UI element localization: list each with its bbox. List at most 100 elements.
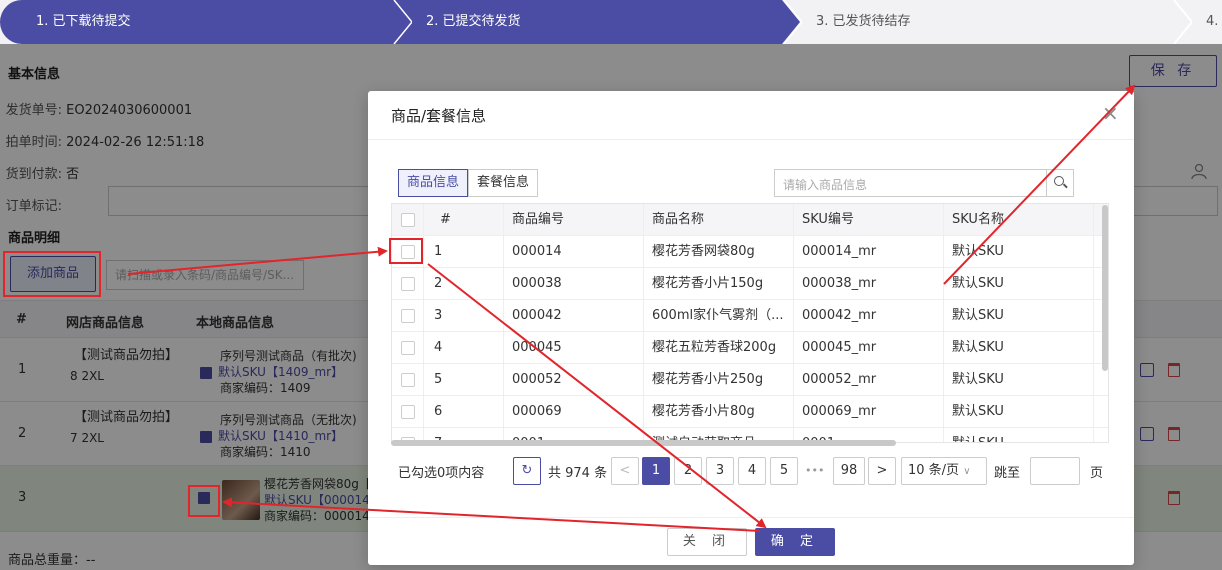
goods-list-table: # 商品编号 商品名称 SKU编号 SKU名称 1 000014 樱花芳香网袋80g… xyxy=(391,203,1109,443)
page-button[interactable]: 2 xyxy=(674,457,702,485)
table-cell: 6 xyxy=(424,396,504,428)
header-cell: SKU名称 xyxy=(944,204,1094,236)
row-checkbox[interactable] xyxy=(401,341,415,355)
header-cell: # xyxy=(424,204,504,236)
table-row[interactable]: 2 000038 樱花芳香小片150g 000038_mr 默认SKU xyxy=(392,268,1108,300)
step-chevron-icon xyxy=(392,0,412,44)
close-button[interactable]: 关 闭 xyxy=(667,528,747,556)
total-count: 共 974 条 xyxy=(548,466,608,481)
last-page-button[interactable]: 98 xyxy=(833,457,865,485)
page-button[interactable]: 3 xyxy=(706,457,734,485)
refresh-icon[interactable]: ↻ xyxy=(513,457,541,485)
page-button[interactable]: 4 xyxy=(738,457,766,485)
tab-goods-info[interactable]: 商品信息 xyxy=(398,169,469,197)
goods-select-modal: 商品/套餐信息 × 商品信息 套餐信息 请输入商品信息 # 商品编号 商品名称 … xyxy=(368,91,1134,565)
step-2[interactable]: 2. 已提交待发货 xyxy=(392,0,782,44)
prev-page-button[interactable]: < xyxy=(611,457,639,485)
table-cell: 000038 xyxy=(504,268,644,300)
table-cell: 樱花芳香小片250g xyxy=(644,364,794,396)
row-select-cell[interactable] xyxy=(392,300,424,332)
select-all-checkbox[interactable] xyxy=(401,213,415,227)
table-cell: 000052_mr xyxy=(794,364,944,396)
row-select-cell[interactable] xyxy=(392,364,424,396)
pager-ellipsis[interactable]: ••• xyxy=(805,464,824,477)
table-cell: 000045 xyxy=(504,332,644,364)
divider xyxy=(368,139,1134,140)
step-chevron-icon xyxy=(1173,0,1192,44)
table-cell: 000014_mr xyxy=(794,236,944,268)
row-select-cell[interactable] xyxy=(392,268,424,300)
row-select-cell[interactable] xyxy=(392,396,424,428)
vertical-scrollbar[interactable] xyxy=(1102,205,1108,371)
table-header: # 商品编号 商品名称 SKU编号 SKU名称 xyxy=(392,204,1108,236)
page-button[interactable]: 1 xyxy=(642,457,670,485)
table-cell: 4 xyxy=(424,332,504,364)
table-cell: 5 xyxy=(424,364,504,396)
table-cell: 000042_mr xyxy=(794,300,944,332)
table-row[interactable]: 5 000052 樱花芳香小片250g 000052_mr 默认SKU xyxy=(392,364,1108,396)
header-cell: SKU编号 xyxy=(794,204,944,236)
table-row[interactable]: 4 000045 樱花五粒芳香球200g 000045_mr 默认SKU xyxy=(392,332,1108,364)
table-cell: 2 xyxy=(424,268,504,300)
table-cell: 默认SKU xyxy=(944,268,1094,300)
table-cell: 樱花芳香小片150g xyxy=(644,268,794,300)
row-checkbox[interactable] xyxy=(401,277,415,291)
header-cell: 商品名称 xyxy=(644,204,794,236)
table-row[interactable]: 1 000014 樱花芳香网袋80g 000014_mr 默认SKU xyxy=(392,236,1108,268)
row-checkbox[interactable] xyxy=(401,309,415,323)
row-checkbox[interactable] xyxy=(401,405,415,419)
page-unit-label: 页 xyxy=(1090,466,1104,481)
search-input[interactable]: 请输入商品信息 xyxy=(783,176,867,193)
step-chevron-icon xyxy=(782,0,802,44)
confirm-button[interactable]: 确 定 xyxy=(755,528,835,556)
step-1[interactable]: 1. 已下载待提交 xyxy=(0,0,392,44)
annotation-box xyxy=(188,485,220,517)
header-cell: 商品编号 xyxy=(504,204,644,236)
row-checkbox[interactable] xyxy=(401,373,415,387)
table-cell: 000069 xyxy=(504,396,644,428)
next-page-button[interactable]: > xyxy=(868,457,896,485)
chevron-down-icon: ∨ xyxy=(963,466,971,477)
modal-title: 商品/套餐信息 xyxy=(391,107,487,125)
page-button[interactable]: 5 xyxy=(770,457,798,485)
annotation-box xyxy=(389,238,423,264)
table-cell: 1 xyxy=(424,236,504,268)
jump-label: 跳至 xyxy=(994,466,1021,481)
table-cell: 默认SKU xyxy=(944,300,1094,332)
step-3[interactable]: 3. 已发货待结存 xyxy=(782,0,1178,44)
close-icon[interactable]: × xyxy=(1102,103,1119,123)
table-cell: 默认SKU xyxy=(944,332,1094,364)
search-icon[interactable] xyxy=(1046,170,1073,196)
row-select-cell[interactable] xyxy=(392,332,424,364)
page-size-select[interactable]: 10 条/页 ∨ xyxy=(901,457,987,485)
annotation-box xyxy=(3,251,101,297)
select-all-cell[interactable] xyxy=(392,204,424,236)
step-bar: 1. 已下载待提交 2. 已提交待发货 3. 已发货待结存 4. xyxy=(0,0,1222,44)
horizontal-scrollbar[interactable] xyxy=(391,440,896,446)
page-size-value: 10 条/页 xyxy=(908,463,960,478)
table-cell: 樱花芳香小片80g xyxy=(644,396,794,428)
pagination: 已勾选0项内容 ↻ 共 974 条 < 1 2 3 4 5 ••• 98 > 1… xyxy=(398,457,1118,485)
table-cell: 默认SKU xyxy=(944,236,1094,268)
table-cell: 默认SKU xyxy=(944,396,1094,428)
tab-package-info[interactable]: 套餐信息 xyxy=(468,169,539,197)
table-cell: 000052 xyxy=(504,364,644,396)
table-cell: 樱花五粒芳香球200g xyxy=(644,332,794,364)
table-cell: 樱花芳香网袋80g xyxy=(644,236,794,268)
selected-count: 已勾选0项内容 xyxy=(398,466,485,481)
table-cell: 默认SKU xyxy=(944,364,1094,396)
table-row[interactable]: 3 000042 600ml家仆气雾剂（... 000042_mr 默认SKU xyxy=(392,300,1108,332)
table-cell: 000038_mr xyxy=(794,268,944,300)
modal-tabs: 商品信息 套餐信息 xyxy=(398,169,539,197)
table-cell: 600ml家仆气雾剂（... xyxy=(644,300,794,332)
goods-search[interactable]: 请输入商品信息 xyxy=(774,169,1074,197)
jump-page-input[interactable] xyxy=(1030,457,1080,485)
table-cell: 000014 xyxy=(504,236,644,268)
divider xyxy=(368,517,1134,518)
table-cell: 默认SKU xyxy=(944,428,1094,442)
table-row[interactable]: 6 000069 樱花芳香小片80g 000069_mr 默认SKU xyxy=(392,396,1108,428)
table-cell: 3 xyxy=(424,300,504,332)
table-cell: 000069_mr xyxy=(794,396,944,428)
table-cell: 000042 xyxy=(504,300,644,332)
table-cell: 000045_mr xyxy=(794,332,944,364)
